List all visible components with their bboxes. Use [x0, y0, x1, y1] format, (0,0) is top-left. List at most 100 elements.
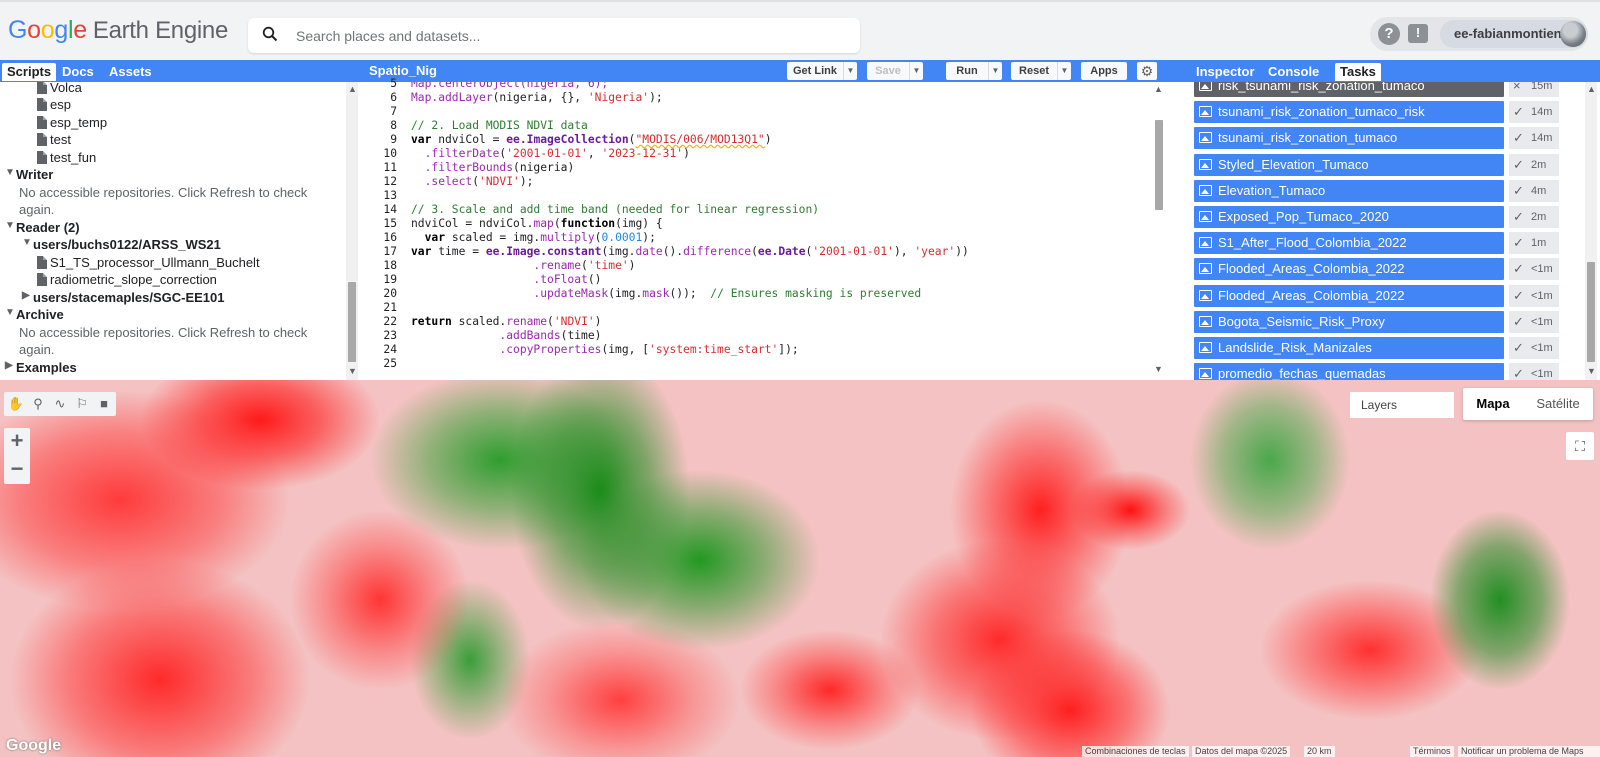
scrollbar[interactable]: ▲ ▼: [346, 82, 358, 380]
line-icon[interactable]: ∿: [51, 395, 69, 413]
drawing-tools: ✋ ⚲ ∿ ⚐ ■: [4, 392, 116, 416]
search-input[interactable]: [296, 18, 836, 53]
code-line: var scaled = img.multiply(0.0001);: [411, 231, 656, 244]
editor-scrollbar[interactable]: ▲ ▼: [1153, 84, 1165, 376]
zoom-out-icon[interactable]: −: [4, 456, 30, 484]
code-token: 0.0001: [601, 231, 643, 244]
map-view[interactable]: ✋ ⚲ ∿ ⚐ ■ + − Layers Mapa Satélite ⛶ Goo…: [0, 380, 1600, 757]
apps-button[interactable]: Apps: [1081, 62, 1127, 80]
chevron-down-icon[interactable]: ▼: [22, 237, 32, 248]
polygon-icon[interactable]: ⚐: [73, 395, 91, 413]
code-token: ().: [662, 245, 684, 258]
scroll-down-icon[interactable]: ▼: [348, 366, 357, 376]
fullscreen-icon[interactable]: ⛶: [1566, 432, 1594, 460]
line-number: 23: [383, 329, 397, 342]
task-item[interactable]: risk_tsunami_risk_zonation_tumaco: [1194, 82, 1504, 97]
chevron-right-icon[interactable]: ▶: [22, 290, 30, 301]
scrollbar-thumb[interactable]: [1587, 262, 1595, 362]
avatar[interactable]: [1560, 21, 1586, 47]
chevron-down-icon[interactable]: ▼: [5, 307, 15, 318]
scroll-up-icon[interactable]: ▲: [1154, 84, 1163, 94]
code-token: ),: [893, 245, 915, 258]
code-token: .filterDate: [411, 147, 500, 160]
script-file-label: Volca: [50, 82, 82, 95]
scale-bar[interactable]: 20 km: [1304, 746, 1335, 757]
task-status: ✓ <1m: [1509, 310, 1559, 333]
search-box[interactable]: [248, 18, 860, 53]
hand-icon[interactable]: ✋: [7, 395, 25, 413]
button-label: Reset: [1019, 65, 1049, 77]
task-status: ✓ 14m: [1509, 101, 1559, 124]
chevron-down-icon[interactable]: ▼: [843, 62, 857, 80]
chevron-down-icon[interactable]: ▼: [5, 167, 15, 178]
task-item[interactable]: Flooded_Areas_Colombia_2022: [1194, 258, 1504, 281]
layers-button[interactable]: Layers: [1350, 392, 1454, 418]
code-token: ]);: [778, 343, 799, 356]
tab-assets[interactable]: Assets: [104, 63, 157, 81]
scroll-down-icon[interactable]: ▼: [1587, 366, 1596, 376]
keyboard-shortcuts-link[interactable]: Combinaciones de teclas: [1082, 746, 1189, 757]
file-icon: [37, 133, 47, 146]
task-name: Elevation_Tumaco: [1218, 182, 1326, 198]
image-icon: [1199, 289, 1212, 301]
chevron-right-icon[interactable]: ▶: [5, 360, 13, 371]
earth-engine-logo[interactable]: Google Earth Engine: [8, 16, 228, 45]
reset-button[interactable]: Reset ▼: [1011, 62, 1071, 80]
chevron-down-icon[interactable]: ▼: [909, 62, 923, 80]
image-icon: [1199, 315, 1212, 327]
tab-tasks[interactable]: Tasks: [1335, 63, 1381, 81]
map-data-attribution: Datos del mapa ©2025: [1192, 746, 1291, 757]
line-number: 22: [383, 315, 397, 328]
task-item[interactable]: tsunami_risk_zonation_tumaco_risk: [1194, 101, 1504, 124]
code-comment: // 2. Load MODIS NDVI data: [411, 119, 588, 132]
task-item[interactable]: Exposed_Pop_Tumaco_2020: [1194, 206, 1504, 228]
task-item[interactable]: Elevation_Tumaco: [1194, 179, 1504, 202]
code-area[interactable]: Map.centerObject(nigeria, 6); Map.addLay…: [411, 82, 1151, 380]
run-button[interactable]: Run ▼: [946, 62, 1002, 80]
gear-icon[interactable]: ⚙: [1137, 62, 1157, 80]
scrollbar-thumb[interactable]: [1155, 120, 1163, 210]
task-item[interactable]: Styled_Elevation_Tumaco: [1194, 153, 1504, 176]
task-name: tsunami_risk_zonation_tumaco: [1218, 130, 1398, 146]
task-item[interactable]: promedio_fechas_quemadas: [1194, 363, 1504, 380]
zoom-in-icon[interactable]: +: [4, 428, 30, 456]
account-button[interactable]: ee-fabianmontien: [1440, 20, 1588, 48]
map-type-map-button[interactable]: Mapa: [1463, 388, 1523, 420]
code-line: .filterDate('2001-01-01', '2023-12-31'): [411, 147, 690, 160]
tab-scripts[interactable]: Scripts: [2, 63, 57, 81]
tab-console[interactable]: Console: [1263, 63, 1324, 81]
logo-product-name: Earth Engine: [92, 17, 229, 44]
marker-icon[interactable]: ⚲: [29, 395, 47, 413]
tab-docs[interactable]: Docs: [57, 63, 99, 81]
task-item[interactable]: Landslide_Risk_Manizales: [1194, 337, 1504, 359]
feedback-icon[interactable]: !: [1408, 24, 1428, 43]
terms-link[interactable]: Términos: [1410, 746, 1454, 757]
task-duration: <1m: [1531, 342, 1553, 354]
code-token: Map.addLayer: [411, 91, 493, 104]
task-item[interactable]: Flooded_Areas_Colombia_2022: [1194, 284, 1504, 307]
code-token: ): [764, 133, 772, 146]
scroll-down-icon[interactable]: ▼: [1154, 364, 1163, 374]
code-token: 'NDVI': [553, 315, 595, 328]
task-status: ✓ <1m: [1509, 363, 1559, 380]
scrollbar-thumb[interactable]: [348, 282, 356, 362]
map-type-satellite-button[interactable]: Satélite: [1523, 388, 1593, 420]
chevron-down-icon[interactable]: ▼: [1057, 62, 1071, 80]
task-item[interactable]: Bogota_Seismic_Risk_Proxy: [1194, 310, 1504, 333]
task-item[interactable]: S1_After_Flood_Colombia_2022: [1194, 232, 1504, 255]
chevron-down-icon[interactable]: ▼: [5, 220, 15, 231]
save-button[interactable]: Save ▼: [867, 62, 923, 80]
chevron-down-icon[interactable]: ▼: [988, 62, 1002, 80]
scroll-up-icon[interactable]: ▲: [1587, 84, 1596, 94]
code-token: (nigeria, {},: [492, 91, 588, 104]
tab-inspector[interactable]: Inspector: [1191, 63, 1260, 81]
task-duration: <1m: [1531, 368, 1553, 380]
task-item[interactable]: tsunami_risk_zonation_tumaco: [1194, 127, 1504, 150]
rectangle-icon[interactable]: ■: [95, 395, 113, 413]
get-link-button[interactable]: Get Link ▼: [787, 62, 857, 80]
scroll-up-icon[interactable]: ▲: [348, 84, 357, 94]
logo-letter: e: [73, 16, 87, 44]
tasks-scrollbar[interactable]: ▲ ▼: [1585, 82, 1597, 380]
help-icon[interactable]: ?: [1378, 23, 1400, 45]
report-problem-link[interactable]: Notificar un problema de Maps: [1458, 746, 1600, 757]
